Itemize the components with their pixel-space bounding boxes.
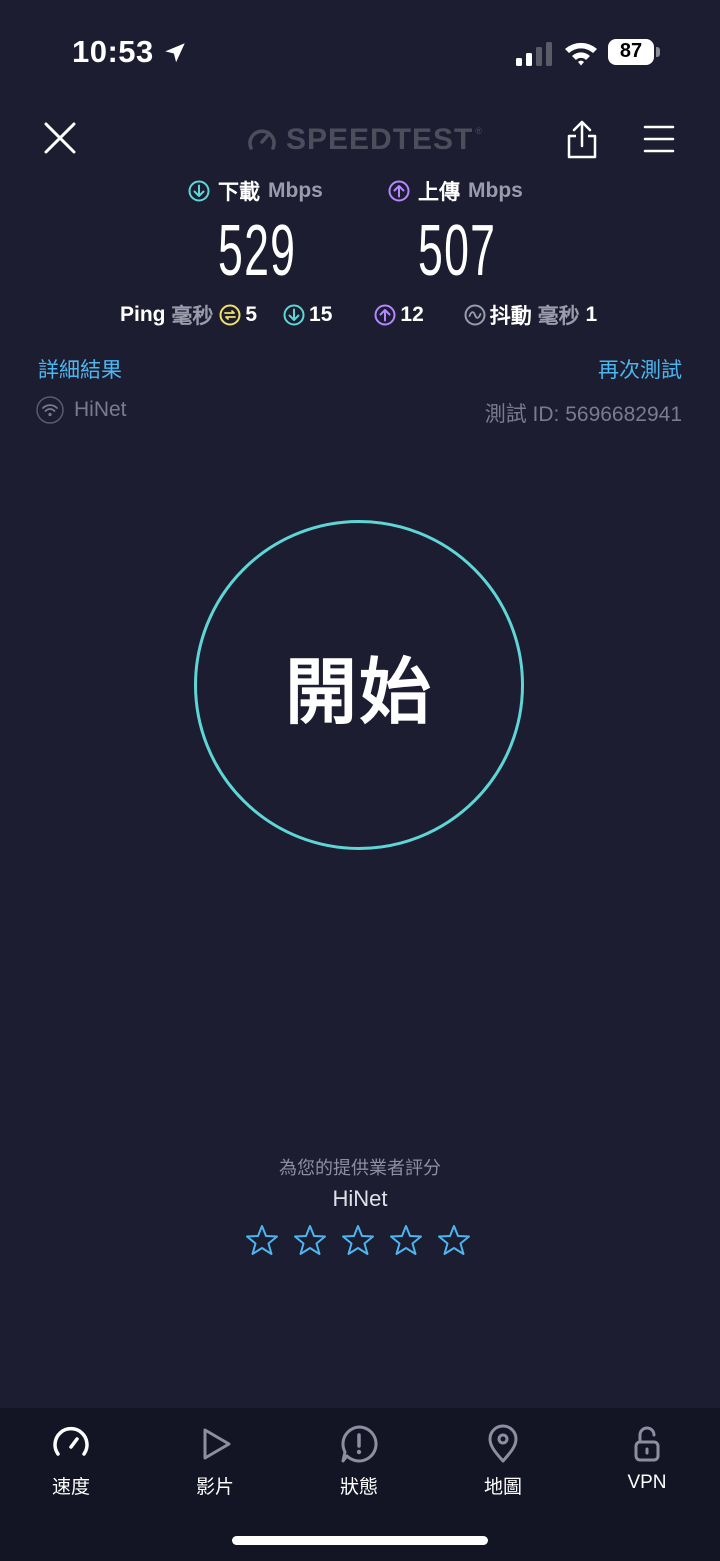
map-pin-icon (488, 1424, 518, 1463)
provider-row: HiNet (36, 396, 127, 424)
logo-text: SPEEDTEST (286, 123, 474, 156)
details-link[interactable]: 詳細結果 (38, 354, 122, 384)
start-button-label: 開始 (284, 652, 433, 733)
jitter-icon (464, 304, 486, 326)
retry-link[interactable]: 再次測試 (598, 354, 682, 384)
play-icon (203, 1428, 231, 1460)
status-time: 10:53 (72, 34, 154, 69)
jitter-unit: 毫秒 (537, 305, 580, 328)
tab-vpn[interactable]: VPN (592, 1424, 702, 1494)
rating-provider-name: HiNet (332, 1186, 388, 1211)
ping-unit: 毫秒 (171, 305, 214, 328)
test-id: 測試 ID: 5696682941 (484, 403, 682, 426)
menu-icon[interactable] (642, 122, 676, 156)
tab-vpn-label: VPN (627, 1472, 667, 1493)
jitter-label: 抖動 (489, 305, 532, 328)
location-arrow-icon (165, 43, 185, 63)
rating-title: 為您的提供業者評分 (279, 1158, 441, 1178)
logo-trademark: ® (475, 126, 483, 136)
download-ping-icon (283, 304, 305, 326)
idle-ping-icon (219, 304, 241, 326)
battery-indicator: 87 (608, 39, 660, 67)
rating-stars (246, 1224, 470, 1256)
download-unit: Mbps (268, 179, 323, 202)
tab-speed[interactable]: 速度 (16, 1424, 126, 1499)
tab-status-label: 狀態 (339, 1477, 378, 1498)
speedtest-logo: SPEEDTEST ® (246, 120, 482, 160)
upload-label: 上傳 (418, 181, 460, 204)
download-speed-value: 529 (218, 211, 297, 291)
wifi-icon (565, 42, 597, 66)
star-5-icon[interactable] (438, 1224, 470, 1256)
cellular-signal-icon (516, 42, 552, 66)
download-label: 下載 (218, 181, 260, 204)
idle-ping-value: 5 (245, 303, 258, 326)
wifi-circle-icon (36, 396, 64, 424)
alert-icon (341, 1425, 378, 1463)
download-ping-value: 15 (309, 303, 333, 326)
gauge-logo-icon (248, 129, 276, 150)
jitter-value: 1 (585, 303, 598, 326)
tab-status[interactable]: 狀態 (304, 1424, 414, 1499)
upload-arrow-icon (388, 180, 410, 202)
lock-open-icon (634, 1426, 660, 1462)
close-icon[interactable] (40, 118, 80, 158)
upload-unit: Mbps (468, 179, 523, 202)
tab-map[interactable]: 地圖 (448, 1424, 558, 1499)
battery-level: 87 (619, 40, 643, 62)
download-heading: 下載 Mbps (188, 176, 323, 206)
star-3-icon[interactable] (342, 1224, 374, 1256)
upload-heading: 上傳 Mbps (388, 176, 523, 206)
tab-speed-label: 速度 (51, 1477, 90, 1498)
star-4-icon[interactable] (390, 1224, 422, 1256)
star-1-icon[interactable] (246, 1224, 278, 1256)
tab-map-label: 地圖 (483, 1477, 522, 1498)
tab-video[interactable]: 影片 (160, 1424, 270, 1499)
upload-ping-icon (374, 304, 396, 326)
speedometer-icon (53, 1426, 89, 1456)
ping-row: Ping 毫秒 5 15 12 抖動 毫秒 1 (120, 300, 597, 330)
provider-name: HiNet (74, 398, 127, 421)
share-icon[interactable] (564, 118, 600, 160)
tab-video-label: 影片 (195, 1477, 234, 1498)
start-test-button[interactable]: 開始 (194, 520, 524, 850)
upload-ping-value: 12 (400, 303, 424, 326)
star-2-icon[interactable] (294, 1224, 326, 1256)
ping-label: Ping (120, 303, 166, 326)
upload-speed-value: 507 (418, 211, 497, 291)
download-arrow-icon (188, 180, 210, 202)
home-indicator[interactable] (232, 1536, 488, 1545)
